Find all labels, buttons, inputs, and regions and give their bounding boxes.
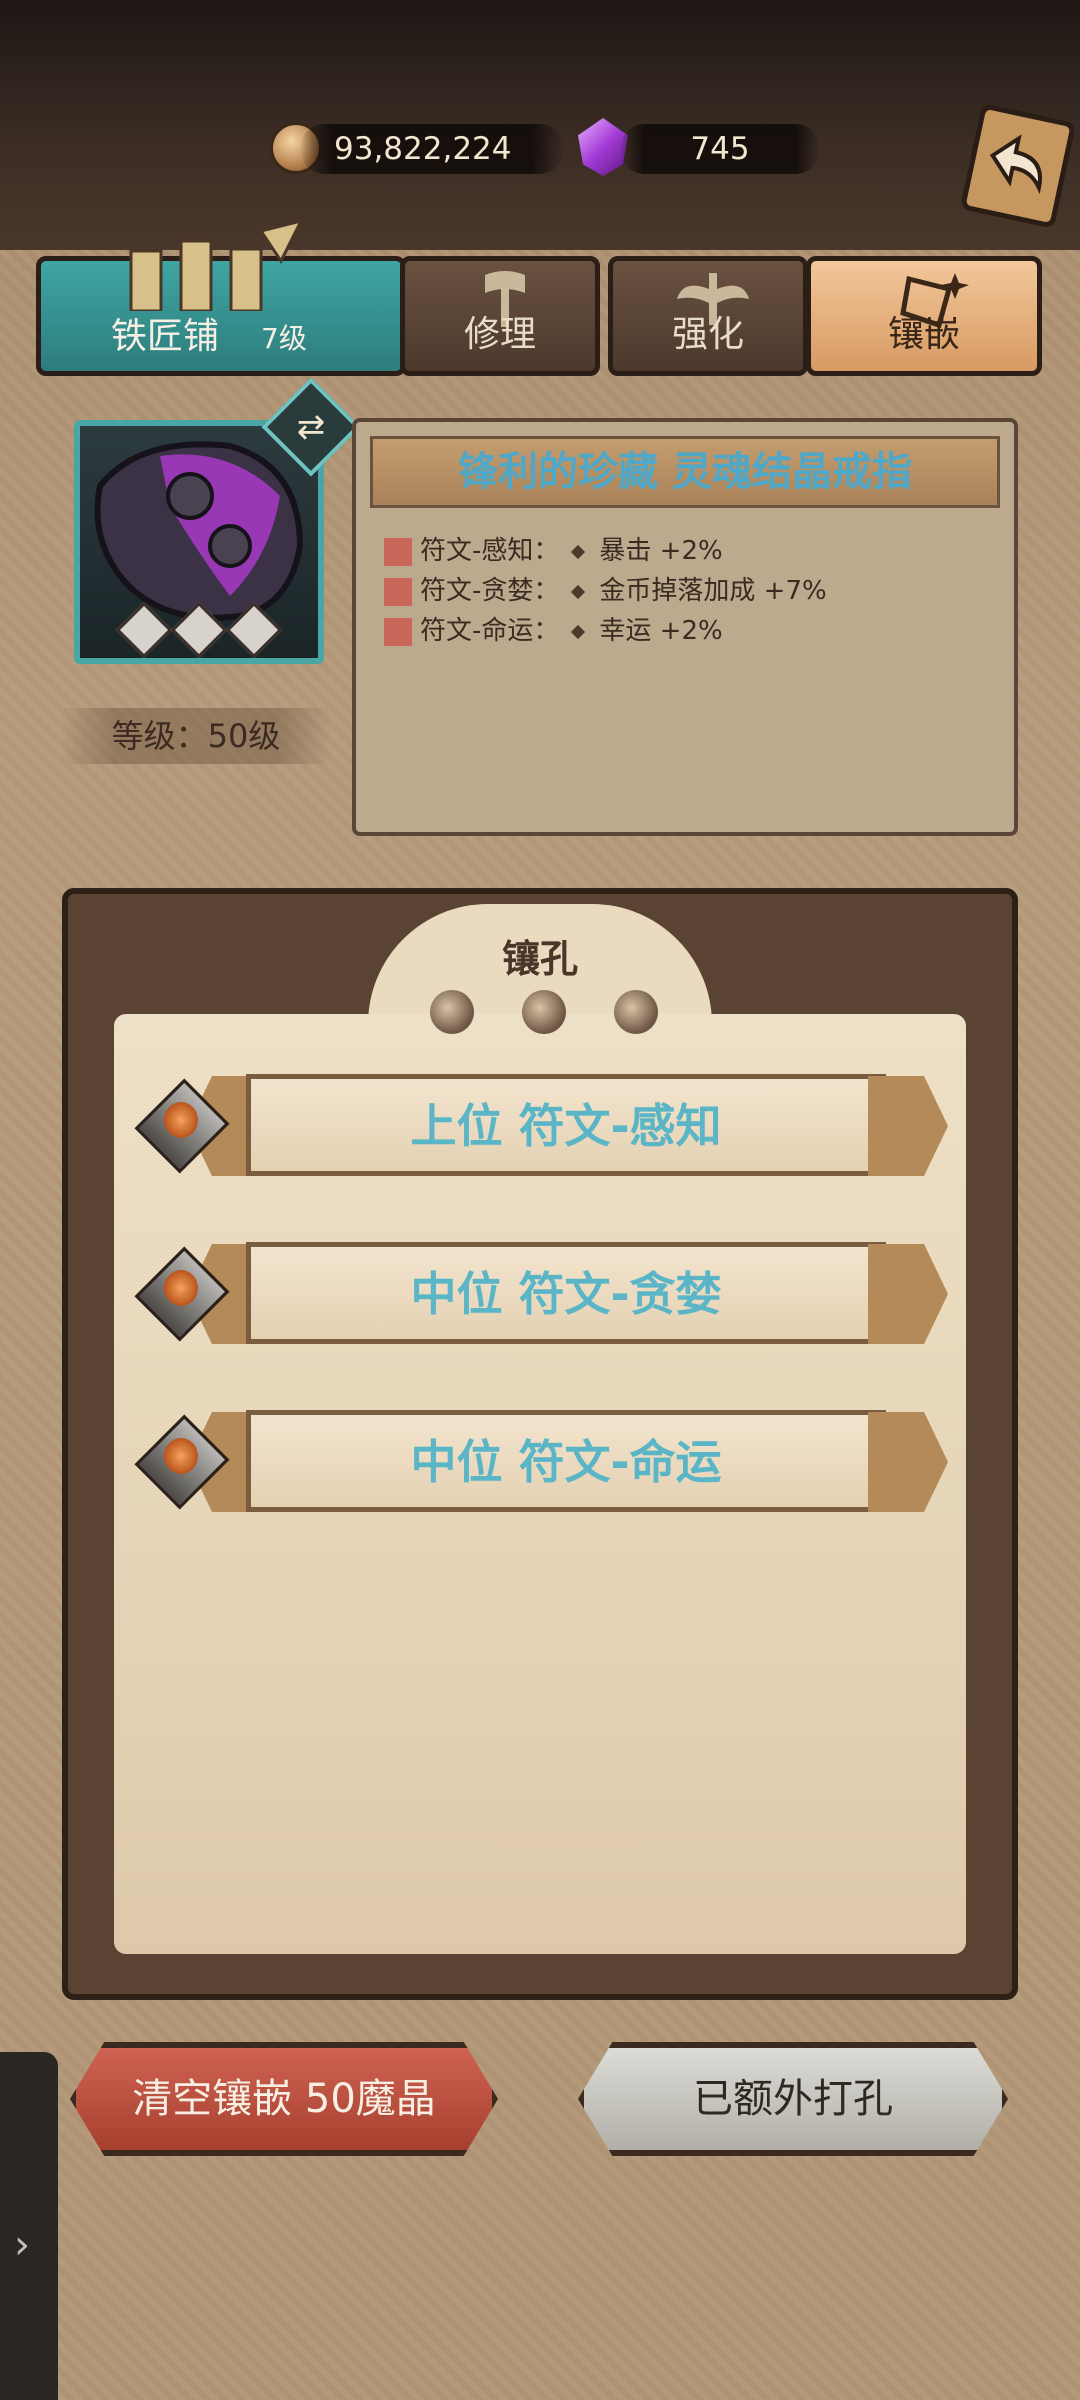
rune-square-icon [384, 617, 412, 646]
tab-blacksmith[interactable]: 铁匠铺 7级 [36, 221, 406, 376]
chevron-right-icon: › [14, 2222, 30, 2268]
clear-inlay-button[interactable]: 清空镶嵌 50魔晶 [70, 2042, 498, 2156]
rune-slot-label: 中位 符文-命运 [410, 1435, 722, 1489]
bullet-icon [571, 584, 586, 599]
attribute-effect: 金币掉落加成 +7% [599, 576, 827, 606]
attribute-row: 符文-感知： 暴击 +2% [384, 534, 723, 568]
tab-enhance[interactable]: 强化 [608, 256, 808, 376]
item-level: 等级：50级 [60, 708, 332, 764]
swap-icon: ⇄ [296, 407, 326, 447]
tab-inlay-label: 镶嵌 [887, 314, 960, 355]
gold-amount: 93,822,224 [334, 131, 512, 167]
item-info-panel: 锋利的珍藏 灵魂结晶戒指 符文-感知： 暴击 +2% 符文-贪婪： 金币掉落加成 +… [352, 418, 1018, 836]
attribute-source: 符文-贪婪： [420, 576, 560, 606]
attribute-effect: 幸运 +2% [599, 616, 723, 646]
tab-inlay[interactable]: 镶嵌 [806, 256, 1042, 376]
attribute-source: 符文-感知： [420, 536, 560, 566]
tab-repair-label: 修理 [463, 314, 536, 355]
gold-counter: 93,822,224 [300, 124, 564, 174]
item-name: 锋利的珍藏 灵魂结晶戒指 [370, 436, 1000, 508]
rune-slot-label: 上位 符文-感知 [410, 1099, 722, 1153]
rune-square-icon [384, 577, 412, 606]
crystal-counter: 745 [620, 124, 820, 174]
rune-core-icon [164, 1102, 198, 1138]
bullet-icon [571, 624, 586, 639]
rune-square-icon [384, 537, 412, 566]
rune-core-icon [164, 1438, 198, 1474]
tab-repair[interactable]: 修理 [400, 256, 600, 376]
extra-hole-button[interactable]: 已额外打孔 [578, 2042, 1008, 2156]
bullet-icon [571, 544, 586, 559]
socket-title: 镶孔 [501, 937, 578, 981]
rune-slot[interactable]: 中位 符文-命运 [134, 1404, 948, 1520]
attribute-effect: 暴击 +2% [599, 536, 723, 566]
flame-socket-icon [430, 990, 474, 1034]
side-drawer-handle[interactable]: › [0, 2052, 58, 2400]
attribute-row: 符文-贪婪： 金币掉落加成 +7% [384, 574, 827, 608]
rune-slot-label: 中位 符文-贪婪 [410, 1267, 722, 1321]
back-arrow-icon [989, 134, 1042, 195]
tab-blacksmith-label: 铁匠铺 [111, 316, 220, 357]
anvil-icon [129, 221, 303, 311]
rune-core-icon [164, 1270, 198, 1306]
attribute-row: 符文-命运： 幸运 +2% [384, 614, 723, 648]
item-stars [115, 601, 283, 659]
rune-slot[interactable]: 上位 符文-感知 [134, 1068, 948, 1184]
star-diamond-icon [115, 601, 173, 659]
rune-slot[interactable]: 中位 符文-贪婪 [134, 1236, 948, 1352]
star-diamond-icon [225, 601, 283, 659]
crystal-amount: 745 [690, 131, 750, 167]
flame-socket-icon [522, 990, 566, 1034]
star-diamond-icon [170, 601, 228, 659]
tab-enhance-label: 强化 [671, 314, 744, 355]
tab-blacksmith-level: 7级 [261, 322, 307, 355]
attribute-source: 符文-命运： [420, 616, 560, 646]
flame-socket-icon [614, 990, 658, 1034]
